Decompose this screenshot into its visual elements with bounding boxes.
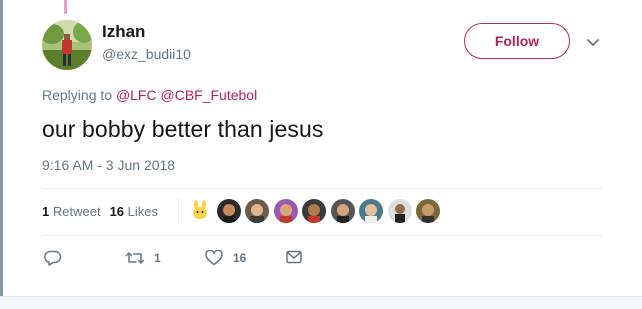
liker-avatar[interactable] (302, 199, 326, 223)
reply-icon (44, 250, 62, 266)
like-stat[interactable]: 16 Likes (110, 204, 158, 219)
mention-lfc[interactable]: @LFC (116, 87, 157, 103)
reply-button[interactable] (44, 250, 76, 266)
divider (42, 235, 603, 236)
tweet-stats: 1 Retweet 16 Likes (42, 204, 167, 219)
caret-down-icon[interactable] (585, 36, 601, 48)
liker-avatar[interactable] (216, 199, 241, 223)
like-stat-count: 16 (109, 204, 125, 219)
retweet-stat[interactable]: 1 Retweet (42, 204, 101, 219)
liker-avatar[interactable] (387, 199, 412, 223)
liker-avatars (188, 199, 445, 223)
direct-message-button[interactable] (286, 250, 302, 264)
retweet-button[interactable]: 1 (125, 250, 161, 266)
divider (42, 188, 603, 189)
follow-button[interactable]: Follow (464, 23, 570, 59)
stats-separator (178, 198, 179, 224)
liker-avatar[interactable] (188, 199, 212, 223)
liker-avatar[interactable] (245, 199, 269, 223)
liker-avatar[interactable] (273, 199, 298, 223)
like-stat-label: Likes (127, 204, 159, 219)
mention-cbf[interactable]: @CBF_Futebol (161, 87, 258, 103)
user-handle[interactable]: @exz_budii10 (102, 46, 191, 62)
retweet-stat-label: Retweet (52, 204, 101, 219)
left-border (0, 0, 3, 309)
display-name[interactable]: Izhan (102, 22, 145, 42)
tweet-text: our bobby better than jesus (42, 116, 324, 142)
message-icon (286, 250, 302, 264)
like-button[interactable]: 16 (205, 250, 246, 266)
like-count: 16 (233, 251, 247, 265)
heart-icon (205, 250, 223, 266)
liker-avatar[interactable] (330, 199, 355, 223)
timestamp[interactable]: 9:16 AM - 3 Jun 2018 (42, 157, 175, 173)
thread-connector (64, 0, 67, 14)
retweet-count: 1 (154, 251, 161, 265)
liker-avatar[interactable] (416, 199, 440, 223)
liker-avatar[interactable] (359, 199, 383, 223)
retweet-icon (125, 250, 145, 266)
feed-background (0, 296, 642, 309)
retweet-stat-count: 1 (42, 204, 50, 219)
reply-prefix: Replying to (42, 87, 113, 103)
reply-context: Replying to @LFC @CBF_Futebol (42, 87, 257, 103)
avatar[interactable] (42, 20, 92, 70)
